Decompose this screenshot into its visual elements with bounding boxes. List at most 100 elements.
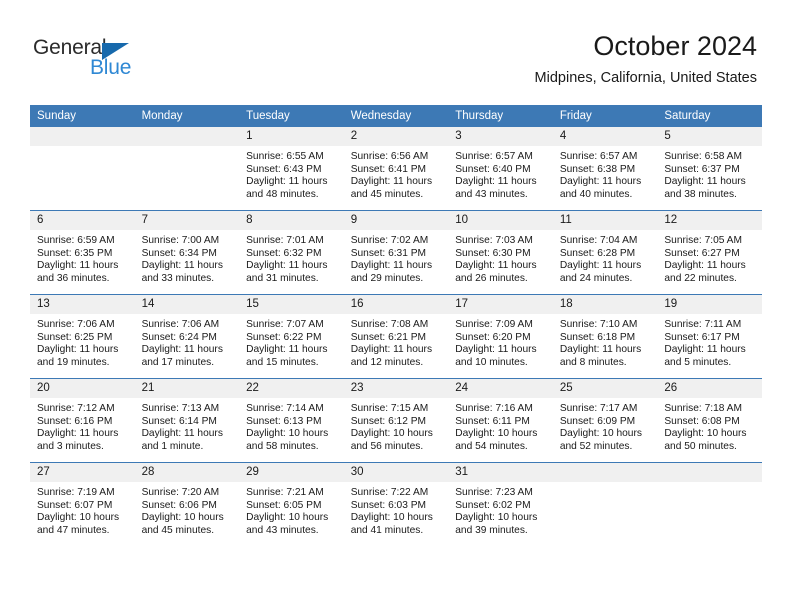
calendar-week-row: 27 Sunrise: 7:19 AM Sunset: 6:07 PM Dayligh… (30, 462, 762, 546)
sunset-text: Sunset: 6:25 PM (37, 331, 113, 343)
day-details: Sunrise: 6:57 AM Sunset: 6:40 PM Daylight:… (448, 146, 553, 201)
day-details: Sunrise: 7:17 AM Sunset: 6:09 PM Daylight:… (553, 398, 658, 453)
sunset-text: Sunset: 6:31 PM (350, 247, 427, 259)
day-number: 21 (134, 379, 240, 398)
daylight-text: Daylight: 10 hours and 58 minutes. (246, 428, 329, 452)
calendar-day-cell[interactable]: 2 Sunrise: 6:56 AM Sunset: 6:41 PM Daylight… (343, 127, 449, 211)
day-details (657, 482, 762, 487)
daylight-text: Daylight: 11 hours and 29 minutes. (350, 260, 433, 284)
weekday-header-thursday: Thursday (448, 105, 553, 127)
calendar-day-cell[interactable]: 24 Sunrise: 7:16 AM Sunset: 6:11 PM Dayligh… (448, 378, 553, 463)
page-header: General Blue October 2024 Midpines, Cali… (0, 0, 792, 100)
calendar-day-cell[interactable]: 7 Sunrise: 7:00 AM Sunset: 6:34 PM Daylight… (134, 210, 240, 295)
calendar-header-row: Sunday Monday Tuesday Wednesday Thursday… (30, 105, 762, 127)
sunrise-sunset-calendar: Sunday Monday Tuesday Wednesday Thursday… (30, 105, 762, 546)
calendar-day-cell-empty (657, 462, 762, 546)
calendar-day-cell[interactable]: 9 Sunrise: 7:02 AM Sunset: 6:31 PM Daylight… (343, 210, 449, 295)
calendar-day-cell[interactable]: 10 Sunrise: 7:03 AM Sunset: 6:30 PM Dayligh… (448, 210, 553, 295)
daylight-text: Daylight: 11 hours and 40 minutes. (559, 176, 642, 200)
calendar-day-cell[interactable]: 14 Sunrise: 7:06 AM Sunset: 6:24 PM Dayligh… (134, 294, 240, 379)
calendar-day-cell[interactable]: 15 Sunrise: 7:07 AM Sunset: 6:22 PM Dayligh… (239, 294, 344, 379)
sunset-text: Sunset: 6:22 PM (246, 331, 322, 343)
calendar-day-cell[interactable]: 11 Sunrise: 7:04 AM Sunset: 6:28 PM Dayligh… (552, 210, 658, 295)
sunrise-text: Sunrise: 7:15 AM (350, 403, 429, 414)
calendar-day-cell[interactable]: 17 Sunrise: 7:09 AM Sunset: 6:20 PM Dayligh… (448, 294, 553, 379)
calendar-day-cell[interactable]: 12 Sunrise: 7:05 AM Sunset: 6:27 PM Dayligh… (657, 210, 762, 295)
day-details: Sunrise: 7:12 AM Sunset: 6:16 PM Daylight:… (30, 398, 135, 453)
calendar-day-cell[interactable]: 19 Sunrise: 7:11 AM Sunset: 6:17 PM Dayligh… (657, 294, 762, 379)
day-number: 10 (448, 211, 553, 230)
sunset-text: Sunset: 6:32 PM (246, 247, 322, 259)
calendar-day-cell[interactable]: 25 Sunrise: 7:17 AM Sunset: 6:09 PM Dayligh… (552, 378, 658, 463)
page-subtitle: Midpines, California, United States (534, 70, 757, 86)
daylight-text: Daylight: 11 hours and 17 minutes. (141, 344, 223, 368)
sunrise-text: Sunrise: 7:09 AM (455, 319, 533, 330)
calendar-day-cell[interactable]: 27 Sunrise: 7:19 AM Sunset: 6:07 PM Dayligh… (30, 462, 135, 546)
day-details: Sunrise: 6:56 AM Sunset: 6:41 PM Daylight:… (344, 146, 449, 201)
daylight-text: Daylight: 11 hours and 1 minute. (141, 428, 223, 452)
day-number (134, 127, 240, 146)
day-details: Sunrise: 7:13 AM Sunset: 6:14 PM Daylight:… (135, 398, 240, 453)
calendar-day-cell[interactable]: 31 Sunrise: 7:23 AM Sunset: 6:02 PM Dayligh… (448, 462, 553, 546)
day-number: 4 (552, 127, 658, 146)
day-number: 3 (448, 127, 553, 146)
day-number: 22 (239, 379, 344, 398)
calendar-day-cell[interactable]: 30 Sunrise: 7:22 AM Sunset: 6:03 PM Dayligh… (343, 462, 449, 546)
sunrise-text: Sunrise: 6:55 AM (246, 151, 324, 162)
calendar-day-cell[interactable]: 23 Sunrise: 7:15 AM Sunset: 6:12 PM Dayligh… (343, 378, 449, 463)
daylight-text: Daylight: 11 hours and 5 minutes. (664, 344, 746, 368)
day-details: Sunrise: 7:06 AM Sunset: 6:24 PM Daylight:… (135, 314, 240, 369)
general-blue-logo[interactable]: General Blue (33, 36, 223, 86)
day-number: 29 (239, 463, 344, 482)
day-number: 25 (552, 379, 658, 398)
day-number: 6 (30, 211, 135, 230)
day-details: Sunrise: 7:14 AM Sunset: 6:13 PM Daylight:… (239, 398, 344, 453)
day-number: 7 (134, 211, 240, 230)
daylight-text: Daylight: 10 hours and 43 minutes. (246, 512, 329, 536)
weekday-header-saturday: Saturday (657, 105, 762, 127)
sunset-text: Sunset: 6:08 PM (664, 415, 740, 427)
day-number: 26 (657, 379, 762, 398)
daylight-text: Daylight: 10 hours and 45 minutes. (141, 512, 224, 536)
calendar-day-cell[interactable]: 13 Sunrise: 7:06 AM Sunset: 6:25 PM Dayligh… (30, 294, 135, 379)
day-details: Sunrise: 7:01 AM Sunset: 6:32 PM Daylight:… (239, 230, 344, 285)
weekday-header-friday: Friday (552, 105, 658, 127)
sunrise-text: Sunrise: 7:14 AM (246, 403, 324, 414)
daylight-text: Daylight: 11 hours and 31 minutes. (246, 260, 328, 284)
calendar-day-cell[interactable]: 4 Sunrise: 6:57 AM Sunset: 6:38 PM Daylight… (552, 127, 658, 211)
day-details: Sunrise: 7:16 AM Sunset: 6:11 PM Daylight:… (448, 398, 553, 453)
calendar-day-cell[interactable]: 1 Sunrise: 6:55 AM Sunset: 6:43 PM Daylight… (239, 127, 344, 211)
sunset-text: Sunset: 6:28 PM (559, 247, 636, 259)
day-details: Sunrise: 7:18 AM Sunset: 6:08 PM Daylight:… (657, 398, 762, 453)
sunset-text: Sunset: 6:20 PM (455, 331, 531, 343)
calendar-day-cell[interactable]: 16 Sunrise: 7:08 AM Sunset: 6:21 PM Dayligh… (343, 294, 449, 379)
weekday-header-monday: Monday (134, 105, 240, 127)
daylight-text: Daylight: 11 hours and 10 minutes. (455, 344, 537, 368)
day-details: Sunrise: 7:08 AM Sunset: 6:21 PM Daylight:… (344, 314, 449, 369)
calendar-day-cell[interactable]: 5 Sunrise: 6:58 AM Sunset: 6:37 PM Daylight… (657, 127, 762, 211)
sunset-text: Sunset: 6:17 PM (664, 331, 740, 343)
sunrise-text: Sunrise: 7:06 AM (37, 319, 115, 330)
calendar-day-cell[interactable]: 29 Sunrise: 7:21 AM Sunset: 6:05 PM Dayligh… (239, 462, 344, 546)
sunset-text: Sunset: 6:02 PM (455, 499, 531, 511)
calendar-day-cell[interactable]: 26 Sunrise: 7:18 AM Sunset: 6:08 PM Dayligh… (657, 378, 762, 463)
day-number: 9 (343, 211, 449, 230)
sunset-text: Sunset: 6:38 PM (559, 163, 636, 175)
day-details: Sunrise: 7:10 AM Sunset: 6:18 PM Daylight:… (553, 314, 658, 369)
calendar-day-cell[interactable]: 20 Sunrise: 7:12 AM Sunset: 6:16 PM Dayligh… (30, 378, 135, 463)
sunset-text: Sunset: 6:13 PM (246, 415, 322, 427)
day-details: Sunrise: 7:05 AM Sunset: 6:27 PM Daylight:… (657, 230, 762, 285)
calendar-day-cell[interactable]: 22 Sunrise: 7:14 AM Sunset: 6:13 PM Dayligh… (239, 378, 344, 463)
day-number (30, 127, 135, 146)
calendar-day-cell[interactable]: 28 Sunrise: 7:20 AM Sunset: 6:06 PM Dayligh… (134, 462, 240, 546)
daylight-text: Daylight: 11 hours and 38 minutes. (664, 176, 746, 200)
sunrise-text: Sunrise: 6:56 AM (350, 151, 429, 162)
day-number: 11 (552, 211, 658, 230)
calendar-day-cell[interactable]: 3 Sunrise: 6:57 AM Sunset: 6:40 PM Daylight… (448, 127, 553, 211)
calendar-day-cell[interactable]: 21 Sunrise: 7:13 AM Sunset: 6:14 PM Dayligh… (134, 378, 240, 463)
calendar-day-cell[interactable]: 6 Sunrise: 6:59 AM Sunset: 6:35 PM Daylight… (30, 210, 135, 295)
calendar-day-cell[interactable]: 18 Sunrise: 7:10 AM Sunset: 6:18 PM Dayligh… (552, 294, 658, 379)
sunrise-text: Sunrise: 7:16 AM (455, 403, 533, 414)
calendar-day-cell[interactable]: 8 Sunrise: 7:01 AM Sunset: 6:32 PM Daylight… (239, 210, 344, 295)
daylight-text: Daylight: 10 hours and 52 minutes. (559, 428, 642, 452)
